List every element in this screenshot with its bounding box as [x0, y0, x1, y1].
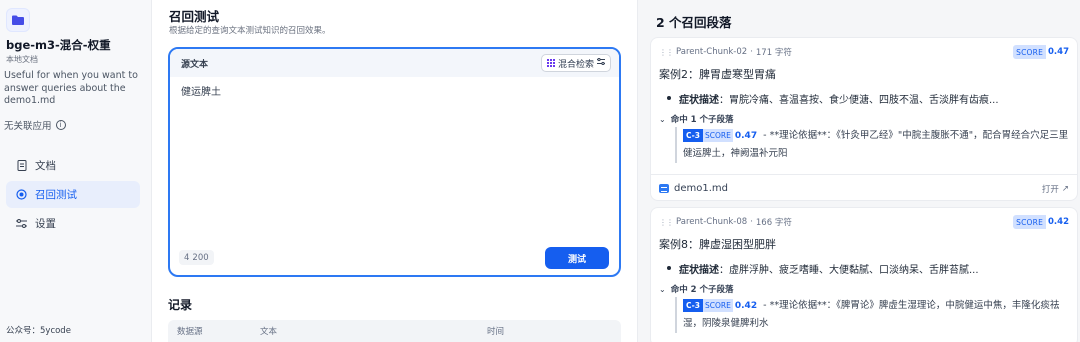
child-score-badge: C-3 SCORE 0.42	[683, 299, 757, 312]
external-link-icon: ↗	[1061, 183, 1069, 194]
child-id: C-3	[683, 299, 704, 312]
retrieval-method-label: 混合检索	[557, 59, 594, 70]
hit-toggle[interactable]: ⌄ 命中 1 个子段落	[659, 113, 734, 126]
no-linked-app: 无关联应用 i	[4, 118, 66, 132]
chunk-heading: 案例8：脾虚湿困型肥胖	[659, 238, 776, 251]
score-value: 0.42	[734, 300, 758, 311]
chunk-id: Parent-Chunk-08	[676, 217, 748, 227]
column-header: 数据源	[177, 327, 203, 337]
chunk-chars: 171 字符	[755, 48, 792, 58]
score-value: 0.42	[1048, 217, 1069, 227]
char-count: 4 200	[179, 250, 214, 265]
bullet-text: ：虚胖浮肿、疲乏嗜睡、大便黏腻、口淡纳呆、舌胖苔腻...	[719, 265, 979, 276]
results-panel: 2 个召回段落 ⋮⋮ Parent-Chunk-02 · 171 字符 SCOR…	[637, 0, 1080, 342]
open-label: 打开	[1041, 184, 1059, 195]
info-icon[interactable]: i	[55, 120, 66, 130]
hit-toggle[interactable]: ⌄ 命中 2 个子段落	[659, 283, 734, 296]
test-button[interactable]: 测试	[545, 247, 609, 269]
drag-dots-icon: ⋮⋮	[659, 47, 674, 57]
chunk-bullet: 症状描述：虚胖浮肿、疲乏嗜睡、大便黏腻、口淡纳呆、舌胖苔腻...	[667, 261, 979, 276]
score-badge: SCORE 0.42	[1013, 215, 1071, 229]
char-count-limit: 200	[192, 252, 209, 263]
child-chunk: C-3 SCORE 0.47 - **理论依据**：《针灸甲乙经》"中脘主腹胀不通"…	[675, 127, 1071, 163]
adjust-icon	[597, 57, 605, 68]
records-table-header: 数据源 文本 时间	[168, 320, 621, 342]
document-icon	[16, 160, 27, 171]
query-input[interactable]: 健运脾土	[181, 83, 221, 98]
page-subtitle: 根据给定的查询文本测试知识的召回效果。	[169, 26, 331, 36]
chunk-meta: ⋮⋮ Parent-Chunk-08 · 166 字符	[659, 216, 792, 228]
records-title: 记录	[168, 298, 193, 312]
child-id: C-3	[683, 129, 704, 142]
chevron-down-icon: ⌄	[659, 284, 666, 294]
folder-icon	[6, 8, 30, 32]
source-file: demo1.md	[659, 183, 728, 194]
sidebar: bge-m3-混合-权重 本地文档 Useful for when you wa…	[0, 0, 152, 342]
bullet-text: ：胃脘冷痛、喜温喜按、食少便溏、四肢不温、舌淡胖有齿痕...	[719, 95, 999, 106]
chunk-heading: 案例2：脾胃虚寒型胃痛	[659, 68, 776, 81]
chunk-meta: ⋮⋮ Parent-Chunk-02 · 171 字符	[659, 46, 792, 58]
query-box: 源文本 混合检索 健运脾土 4 200 测试	[168, 47, 621, 277]
sidebar-item-documents[interactable]: 文档	[6, 152, 140, 179]
hit-count: 命中 2 个子段落	[670, 285, 734, 295]
retrieval-method-button[interactable]: 混合检索	[540, 54, 611, 72]
chevron-down-icon: ⌄	[659, 114, 666, 124]
score-label: SCORE	[703, 129, 733, 142]
settings-icon	[16, 218, 27, 229]
dataset-type: 本地文档	[6, 55, 38, 64]
target-icon	[16, 189, 27, 200]
char-count-value: 4	[184, 252, 190, 263]
drag-dots-icon: ⋮⋮	[659, 217, 674, 227]
hit-count: 命中 1 个子段落	[670, 115, 734, 125]
score-label: SCORE	[1013, 45, 1047, 59]
chunk-id: Parent-Chunk-02	[676, 47, 748, 57]
markdown-file-icon	[659, 184, 669, 193]
no-linked-app-label: 无关联应用	[4, 121, 52, 132]
column-header: 文本	[260, 327, 278, 337]
results-title: 2 个召回段落	[656, 15, 732, 30]
bullet-label: 症状描述	[679, 95, 719, 106]
sidebar-item-settings[interactable]: 设置	[6, 210, 140, 237]
bullet-label: 症状描述	[679, 265, 719, 276]
query-header: 源文本 混合检索	[170, 49, 619, 77]
sidebar-item-label: 文档	[35, 160, 56, 172]
sidebar-item-label: 设置	[35, 218, 56, 230]
sidebar-item-label: 召回测试	[35, 189, 77, 201]
column-header: 时间	[487, 327, 505, 337]
sidebar-item-recall-test[interactable]: 召回测试	[6, 181, 140, 208]
file-name: demo1.md	[674, 183, 728, 194]
meta-separator: ·	[750, 47, 753, 57]
score-value: 0.47	[1048, 47, 1069, 57]
hybrid-search-icon	[546, 59, 555, 67]
sidebar-nav: 文档 召回测试 设置	[6, 152, 140, 239]
open-link[interactable]: 打开 ↗	[1042, 183, 1069, 195]
card-footer: demo1.md 打开 ↗	[651, 174, 1077, 200]
footer-text: 公众号：5ycode	[6, 326, 71, 336]
result-card[interactable]: ⋮⋮ Parent-Chunk-08 · 166 字符 SCORE 0.42 案…	[650, 207, 1078, 342]
dataset-name: bge-m3-混合-权重	[6, 38, 111, 52]
child-chunk: C-3 SCORE 0.42 - **理论依据**：《脾胃论》脾虚生湿理论，中脘健运…	[675, 297, 1071, 333]
dataset-description: Useful for when you want to answer queri…	[4, 70, 138, 106]
chunk-bullet: 症状描述：胃脘冷痛、喜温喜按、食少便溏、四肢不温、舌淡胖有齿痕...	[667, 91, 999, 106]
page-title: 召回测试	[169, 9, 220, 24]
meta-separator: ·	[750, 217, 753, 227]
chunk-chars: 166 字符	[755, 218, 792, 228]
score-value: 0.47	[734, 130, 758, 141]
score-badge: SCORE 0.47	[1013, 45, 1071, 59]
score-label: SCORE	[1013, 215, 1047, 229]
source-text-label: 源文本	[181, 59, 209, 70]
result-card[interactable]: ⋮⋮ Parent-Chunk-02 · 171 字符 SCORE 0.47 案…	[650, 37, 1078, 201]
child-score-badge: C-3 SCORE 0.47	[683, 129, 757, 142]
score-label: SCORE	[703, 299, 733, 312]
